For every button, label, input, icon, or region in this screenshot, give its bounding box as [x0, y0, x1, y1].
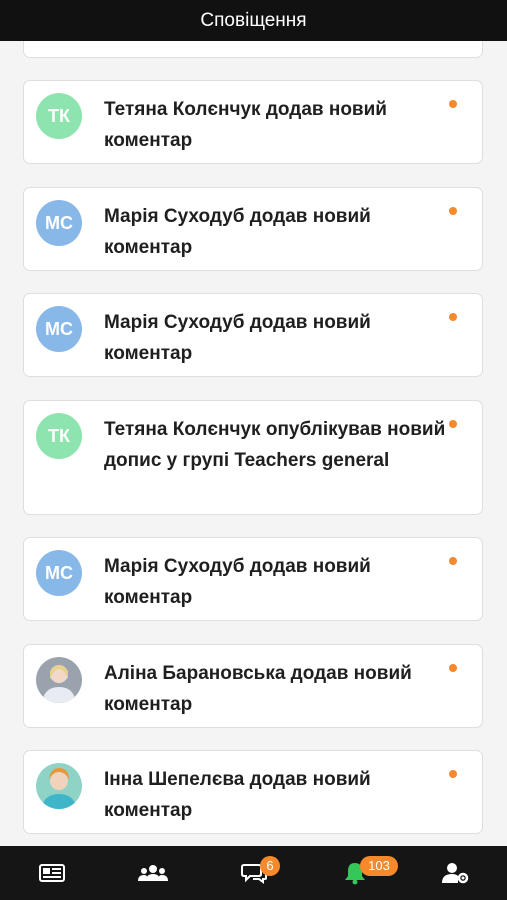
notification-card[interactable]: ТК Тетяна Колєнчук додав новий коментар: [23, 80, 483, 164]
avatar: МС: [36, 200, 82, 246]
unread-dot: [449, 770, 457, 778]
notification-card[interactable]: ТК Тетяна Колєнчук опублікував новий доп…: [23, 400, 483, 515]
notification-card[interactable]: МС Марія Суходуб додав новий коментар: [23, 293, 483, 377]
news-feed-icon: [39, 864, 65, 882]
notification-text: Інна Шепелєва додав новий коментар: [104, 769, 371, 821]
user-settings-icon: [442, 863, 469, 884]
unread-dot: [449, 420, 457, 428]
unread-dot: [449, 664, 457, 672]
avatar: МС: [36, 550, 82, 596]
avatar: ТК: [36, 413, 82, 459]
bottom-navigation: 6 103: [0, 846, 507, 900]
nav-notifications[interactable]: 103: [325, 846, 398, 900]
avatar: ТК: [36, 93, 82, 139]
notification-text: Марія Суходуб додав новий коментар: [104, 556, 371, 608]
page-title: Сповіщення: [200, 9, 307, 31]
user-photo-icon: [36, 763, 82, 809]
groups-icon: [138, 865, 168, 881]
unread-dot: [449, 100, 457, 108]
notification-card[interactable]: Інна Шепелєва додав новий коментар: [23, 750, 483, 834]
notification-card-partial[interactable]: [23, 41, 483, 58]
avatar-photo: [36, 763, 82, 809]
app-header: Сповіщення: [0, 0, 507, 41]
notification-text: Марія Суходуб додав новий коментар: [104, 312, 371, 364]
nav-chat[interactable]: 6: [224, 846, 284, 900]
notification-card[interactable]: Аліна Барановська додав новий коментар: [23, 644, 483, 728]
nav-news-feed[interactable]: [22, 846, 82, 900]
notification-text: Тетяна Колєнчук опублікував новий допис …: [104, 419, 446, 471]
chat-badge: 6: [260, 856, 280, 876]
notifications-badge: 103: [360, 856, 398, 876]
avatar: МС: [36, 306, 82, 352]
notification-text: Марія Суходуб додав новий коментар: [104, 206, 371, 258]
notification-card[interactable]: МС Марія Суходуб додав новий коментар: [23, 537, 483, 621]
notification-list[interactable]: ТК Тетяна Колєнчук додав новий коментар …: [0, 41, 507, 846]
unread-dot: [449, 207, 457, 215]
avatar-photo: [36, 657, 82, 703]
unread-dot: [449, 557, 457, 565]
nav-profile-settings[interactable]: [426, 846, 486, 900]
unread-dot: [449, 313, 457, 321]
notification-text: Аліна Барановська додав новий коментар: [104, 663, 412, 715]
nav-groups[interactable]: [123, 846, 183, 900]
notification-text: Тетяна Колєнчук додав новий коментар: [104, 99, 387, 151]
notification-card[interactable]: МС Марія Суходуб додав новий коментар: [23, 187, 483, 271]
user-photo-icon: [36, 657, 82, 703]
